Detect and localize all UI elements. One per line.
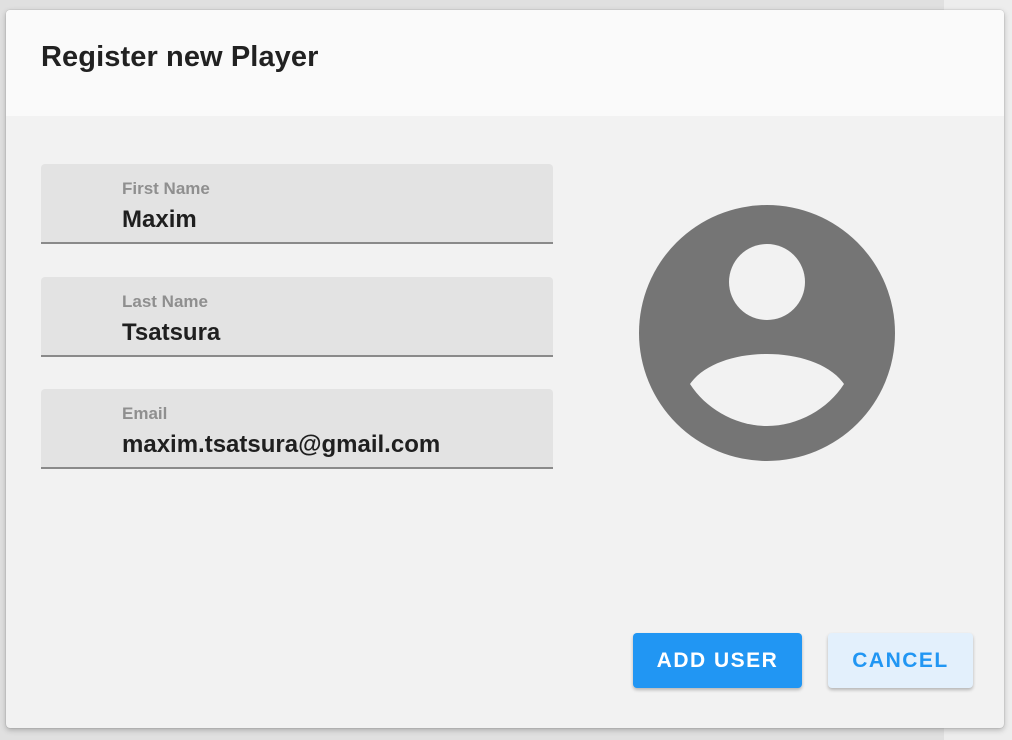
dialog-header: Register new Player <box>6 10 1004 116</box>
dialog-title: Register new Player <box>41 41 319 73</box>
add-user-button[interactable]: ADD USER <box>633 633 802 688</box>
email-label: Email <box>122 404 168 423</box>
register-player-dialog: Register new Player First Name Last Name… <box>6 10 1004 728</box>
cancel-button[interactable]: CANCEL <box>828 633 973 688</box>
last-name-field[interactable]: Last Name <box>41 277 553 357</box>
first-name-field[interactable]: First Name <box>41 164 553 244</box>
last-name-label: Last Name <box>122 292 208 311</box>
email-input[interactable] <box>122 431 542 459</box>
account-circle-icon[interactable] <box>638 204 896 462</box>
email-field[interactable]: Email <box>41 389 553 469</box>
first-name-label: First Name <box>122 179 210 198</box>
first-name-input[interactable] <box>122 206 542 234</box>
last-name-input[interactable] <box>122 319 542 347</box>
